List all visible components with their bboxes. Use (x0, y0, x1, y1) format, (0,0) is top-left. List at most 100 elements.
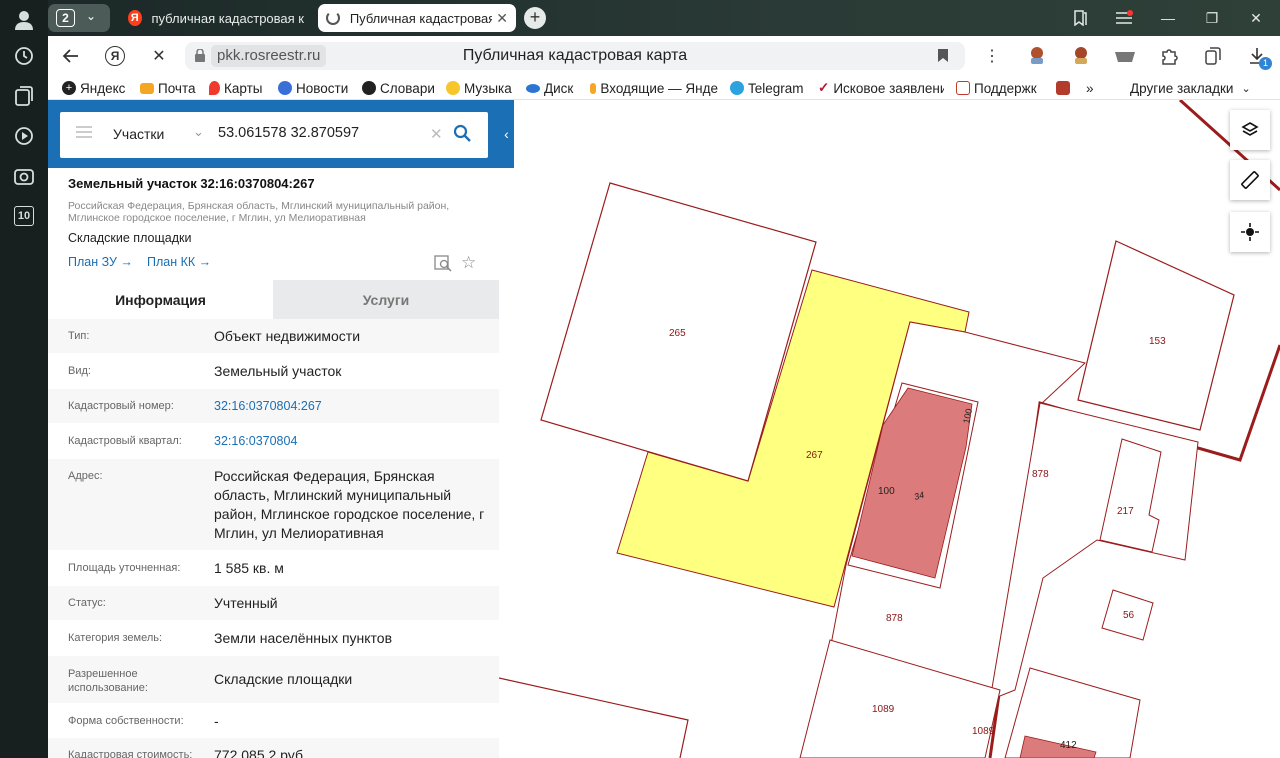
info-value: 1 585 кв. м (214, 560, 284, 576)
close-tab-icon[interactable]: ✕ (496, 10, 508, 27)
star-icon[interactable]: ☆ (461, 253, 476, 273)
bookmark-manager-icon[interactable] (1058, 0, 1102, 36)
parcel-label-1089a: 1089 (872, 704, 895, 715)
extension-1-icon[interactable] (1022, 42, 1052, 70)
bookmark-label: Диск (544, 80, 574, 96)
tab-1-label: публичная кадастровая к (151, 10, 305, 26)
bookmark-disk[interactable]: Диск (526, 79, 573, 97)
extensions-puzzle-icon[interactable] (1154, 42, 1184, 70)
search-icon[interactable] (453, 124, 471, 145)
collections-icon[interactable] (12, 84, 36, 108)
address-bar[interactable]: pkk.rosreestr.ru Публичная кадастровая к… (185, 42, 965, 70)
profile-icon[interactable] (12, 8, 36, 32)
info-row-type: Тип: Объект недвижимости (48, 319, 499, 354)
parcel-label-153: 153 (1149, 336, 1166, 347)
bookmark-label: Словари (380, 80, 435, 96)
bookmark-label: Яндекс (80, 80, 126, 96)
menu-icon[interactable] (1102, 0, 1146, 36)
bookmark-music[interactable]: Музыка (446, 79, 512, 97)
crosshair-icon (1241, 223, 1259, 241)
bookmark-extra[interactable] (1056, 79, 1074, 97)
extension-2-icon[interactable] (1066, 42, 1096, 70)
close-window-icon[interactable]: ✕ (1234, 0, 1278, 36)
map-pin-icon (209, 81, 220, 95)
tab-info[interactable]: Информация (48, 280, 273, 319)
tab-group-button[interactable]: 2 ⌄ (48, 4, 110, 32)
cadastral-quarter-link[interactable]: 32:16:0370804 (214, 432, 489, 450)
bookmark-label: Исковое заявлени (833, 80, 944, 96)
stop-loading-button[interactable]: ✕ (144, 42, 174, 70)
info-panel: Участки ⌄ 53.061578 32.870597 ✕ ‹ Земель… (48, 100, 514, 758)
parcel-label-56: 56 (1123, 610, 1135, 621)
sidebar-app-badge[interactable]: 10 (12, 204, 36, 228)
bookmark-mail[interactable]: Почта (140, 79, 196, 97)
ruler-button[interactable] (1230, 160, 1270, 200)
bookmark-support[interactable]: Поддержк (956, 79, 1042, 97)
bookmark-telegram[interactable]: Telegram (730, 79, 804, 97)
video-icon[interactable] (12, 124, 36, 148)
tab-2-active[interactable]: Публичная кадастровая ✕ (318, 4, 516, 32)
find-on-map-icon[interactable] (434, 254, 452, 275)
bookmark-news[interactable]: Новости (278, 79, 348, 97)
chevron-down-icon[interactable]: ⌄ (193, 124, 204, 140)
building-label-100a: 100 (878, 486, 895, 497)
bookmark-label: Почта (158, 80, 196, 96)
info-row-permitted-use: Разрешенное использование: Складские площ… (48, 656, 499, 704)
screenshot-icon[interactable] (12, 164, 36, 188)
bookmark-inbox[interactable]: Входящие — Янде (590, 79, 718, 97)
info-row-cadastral-quarter: Кадастровый квартал: 32:16:0370804 (48, 424, 499, 459)
tab-services[interactable]: Услуги (273, 280, 499, 319)
hamburger-icon[interactable] (76, 126, 92, 141)
info-tabs: Информация Услуги (48, 280, 499, 319)
cadastral-number-link[interactable]: 32:16:0370804:267 (214, 397, 489, 415)
info-value: Российская Федерация, Брянская область, … (214, 468, 485, 541)
telegram-icon (730, 81, 744, 95)
extension-3-icon[interactable] (1110, 42, 1140, 70)
search-input[interactable]: 53.061578 32.870597 (218, 125, 359, 141)
back-button[interactable] (56, 42, 86, 70)
plan-zu-link[interactable]: План ЗУ → (68, 255, 133, 269)
bookmark-maps[interactable]: Карты (209, 79, 262, 97)
downloads-icon[interactable]: 1 (1242, 42, 1272, 70)
collapse-panel-button[interactable]: ‹ (499, 100, 514, 168)
yandex-favicon-icon: Я (128, 10, 142, 26)
info-row-area: Площадь уточненная: 1 585 кв. м (48, 551, 499, 586)
plan-kk-link[interactable]: План КК → (147, 255, 211, 269)
info-key: Статус: (68, 597, 106, 609)
cadastral-map[interactable]: 265 267 153 878 878 217 56 1089 1089 412… (498, 100, 1280, 758)
minimize-icon[interactable]: — (1146, 0, 1190, 36)
bookmarks-more-button[interactable]: » (1086, 79, 1094, 97)
info-key: Разрешенное использование: (68, 667, 148, 694)
bookmark-label: Музыка (464, 80, 512, 96)
bookmark-dictionaries[interactable]: Словари (362, 79, 435, 97)
bookmark-yandex[interactable]: + Яндекс (62, 79, 125, 97)
info-row-land-category: Категория земель: Земли населённых пункто… (48, 621, 499, 656)
info-key: Вид: (68, 365, 91, 377)
bookmark-label: Входящие — Янде (600, 80, 718, 96)
tab-1[interactable]: Я публичная кадастровая к (120, 4, 312, 32)
info-value: 772 085,2 руб. (214, 747, 307, 758)
layers-button[interactable] (1230, 110, 1270, 150)
search-category-select[interactable]: Участки (113, 126, 164, 142)
parcel-label-878b: 878 (886, 613, 903, 624)
more-options-icon[interactable]: ⋮ (977, 42, 1007, 70)
news-icon (278, 81, 292, 95)
page-content: 265 267 153 878 878 217 56 1089 1089 412… (48, 100, 1280, 758)
collections-bar-icon[interactable] (1198, 42, 1228, 70)
tab-2-label: Публичная кадастровая (349, 10, 493, 26)
chevron-down-icon: ⌄ (86, 9, 97, 23)
bookmark-icon[interactable] (937, 48, 949, 66)
yandex-home-button[interactable]: Я (100, 42, 130, 70)
clear-icon[interactable]: ✕ (430, 125, 443, 143)
other-bookmarks-button[interactable]: Другие закладки ⌄ (1130, 79, 1251, 97)
parcel-label-265: 265 (669, 328, 686, 339)
navigation-bar: Я ✕ pkk.rosreestr.ru Публичная кадастров… (48, 36, 1280, 76)
bookmark-claim[interactable]: ✓ Исковое заявлени (818, 79, 944, 97)
locate-button[interactable] (1230, 212, 1270, 252)
info-row-cadastral-value: Кадастровая стоимость: 772 085,2 руб. (48, 738, 499, 758)
map-canvas[interactable]: 265 267 153 878 878 217 56 1089 1089 412… (498, 100, 1280, 758)
history-icon[interactable] (12, 44, 36, 68)
restore-icon[interactable]: ❐ (1190, 0, 1234, 36)
search-bar: Участки ⌄ 53.061578 32.870597 ✕ (48, 100, 514, 168)
new-tab-button[interactable]: + (524, 7, 546, 29)
